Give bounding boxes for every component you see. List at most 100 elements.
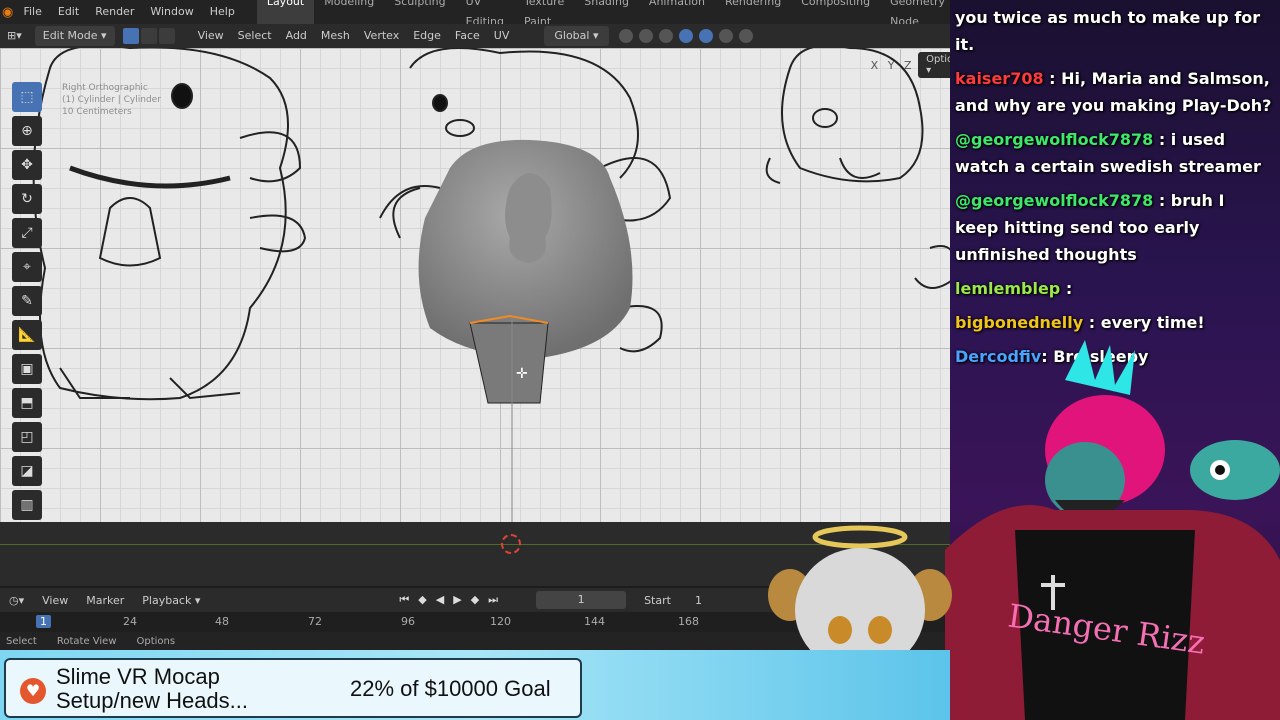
menu-mesh[interactable]: Mesh	[314, 26, 357, 46]
ruler-tick: 72	[308, 615, 322, 628]
menu-add[interactable]: Add	[279, 26, 314, 46]
menu-window[interactable]: Window	[142, 0, 201, 24]
chat-username: lemlemblep	[955, 279, 1061, 298]
menu-file[interactable]: File	[15, 0, 49, 24]
object-name: (1) Cylinder | Cylinder	[62, 95, 161, 105]
transform-orientation[interactable]: Global ▾	[544, 26, 609, 46]
editor-type-icon[interactable]: ⊞▾	[0, 26, 29, 46]
status-rotate-view: Rotate View	[56, 635, 117, 647]
menu-view[interactable]: View	[191, 26, 231, 46]
blender-logo-icon[interactable]: ◉	[0, 5, 15, 20]
menu-uv[interactable]: UV	[487, 26, 517, 46]
add-cube-icon[interactable]: ▣	[12, 354, 42, 384]
mode-label: Edit Mode	[42, 29, 98, 42]
timeline-menu-marker[interactable]: Marker	[77, 594, 133, 607]
ruler-tick: 48	[215, 615, 229, 628]
chat-message: kaiser708 : Hi, Maria and Salmson, and w…	[955, 65, 1273, 119]
move-icon[interactable]: ✥	[12, 150, 42, 180]
select-box-icon[interactable]: ⬚	[12, 82, 42, 112]
inset-icon[interactable]: ◰	[12, 422, 42, 452]
chat-message: bigbonednelly : every time!	[955, 309, 1273, 336]
status-select: Select	[6, 635, 37, 647]
donation-goal-banner: ♥ Slime VR Mocap Setup/new Heads... 22% …	[0, 650, 950, 720]
menu-select[interactable]: Select	[231, 26, 279, 46]
overlay-icon[interactable]	[698, 29, 713, 43]
chat-text: :	[1060, 279, 1073, 298]
scale-icon[interactable]: ⤢	[12, 218, 42, 248]
current-frame-field[interactable]: 1	[536, 591, 627, 609]
snap-icon[interactable]	[638, 29, 653, 43]
menu-face[interactable]: Face	[448, 26, 487, 46]
timeline-editor-icon[interactable]: ◷▾	[0, 594, 33, 607]
prev-key-icon[interactable]: ◆	[418, 593, 426, 607]
axis-y-label[interactable]: Y	[885, 59, 898, 72]
loop-cut-icon[interactable]: ▥	[12, 490, 42, 520]
ruler-tick: 144	[584, 615, 605, 628]
viewport-header: ⊞▾ Edit Mode ▾ View Select Add Mesh Vert…	[0, 24, 955, 48]
chat-username: kaiser708	[955, 69, 1044, 88]
ruler-current-frame[interactable]: 1	[36, 615, 51, 628]
chat-message: @georgewolflock7878 : i used watch a cer…	[955, 126, 1273, 180]
menu-edge[interactable]: Edge	[406, 26, 448, 46]
chat-username: @georgewolflock7878	[955, 191, 1154, 210]
timeline-menu-view[interactable]: View	[33, 594, 77, 607]
orientation-label: Global	[554, 29, 590, 42]
axis-x-label[interactable]: X	[868, 59, 881, 72]
edge-select-icon[interactable]	[140, 28, 157, 44]
transport-controls: ⏮ ◆ ◀ ▶ ◆ ⏭	[399, 593, 498, 607]
gizmo-icon[interactable]	[678, 29, 693, 43]
proportional-edit-icon[interactable]	[658, 29, 673, 43]
3d-viewport[interactable]: ✛ Right Orthographic (1) Cylinder | Cyli…	[0, 48, 955, 522]
jump-start-icon[interactable]: ⏮	[399, 593, 409, 607]
goal-progress: 22% of $10000 Goal	[350, 676, 551, 701]
menu-vertex[interactable]: Vertex	[357, 26, 406, 46]
ruler-tick: 96	[401, 615, 415, 628]
status-options: Options	[136, 635, 176, 647]
heart-icon: ♥	[20, 678, 46, 704]
chat-username: bigbonednelly	[955, 313, 1084, 332]
rotate-icon[interactable]: ↻	[12, 184, 42, 214]
chat-text: : every time!	[1083, 313, 1205, 332]
shading-solid-icon[interactable]	[738, 29, 753, 43]
chat-username: @georgewolflock7878	[955, 130, 1154, 149]
xray-icon[interactable]	[718, 29, 733, 43]
measure-icon[interactable]: 📐	[12, 320, 42, 350]
menu-help[interactable]: Help	[202, 0, 243, 24]
pivot-icon[interactable]	[618, 29, 633, 43]
reference-sketch: ✛	[32, 48, 955, 522]
jump-end-icon[interactable]: ⏭	[488, 593, 498, 607]
face-select-icon[interactable]	[158, 28, 175, 44]
bevel-icon[interactable]: ◪	[12, 456, 42, 486]
ruler-tick: 168	[678, 615, 699, 628]
chat-message: @georgewolflock7878 : bruh I keep hittin…	[955, 187, 1273, 268]
goal-card: ♥ Slime VR Mocap Setup/new Heads... 22% …	[4, 658, 582, 718]
timeline-menu-playback[interactable]: Playback ▾	[133, 594, 209, 607]
annotate-icon[interactable]: ✎	[12, 286, 42, 316]
header-icons	[618, 29, 753, 43]
start-label: Start	[644, 593, 671, 607]
chat-text: you twice as much to make up for it.	[955, 8, 1261, 54]
play-icon[interactable]: ▶	[453, 593, 461, 607]
select-mode-group	[122, 28, 175, 44]
transform-icon[interactable]: ⌖	[12, 252, 42, 282]
extrude-icon[interactable]: ⬒	[12, 388, 42, 418]
stream-chat: you twice as much to make up for it. kai…	[955, 4, 1273, 377]
fish-vtuber-avatar: Danger Rizz	[945, 340, 1280, 720]
mode-selector[interactable]: Edit Mode ▾	[34, 26, 115, 46]
goal-title: Slime VR Mocap Setup/new Heads...	[56, 665, 248, 713]
axis-z-label[interactable]: Z	[901, 59, 914, 72]
playback-label: Playback	[142, 593, 192, 607]
viewport-options: X Y Z Options ▾	[868, 52, 955, 78]
goal-title-line2: Setup/new Heads...	[56, 688, 249, 713]
start-frame-field[interactable]: 1	[695, 594, 702, 607]
menu-render[interactable]: Render	[87, 0, 142, 24]
cursor-icon[interactable]: ⊕	[12, 116, 42, 146]
next-key-icon[interactable]: ◆	[471, 593, 479, 607]
play-reverse-icon[interactable]: ◀	[436, 593, 444, 607]
grid-scale: 10 Centimeters	[62, 107, 132, 117]
3d-cursor-icon	[501, 534, 521, 554]
vertex-select-icon[interactable]	[122, 28, 139, 44]
viewport-info: Right Orthographic (1) Cylinder | Cylind…	[62, 82, 161, 118]
menu-edit[interactable]: Edit	[50, 0, 87, 24]
chat-message: you twice as much to make up for it.	[955, 4, 1273, 58]
